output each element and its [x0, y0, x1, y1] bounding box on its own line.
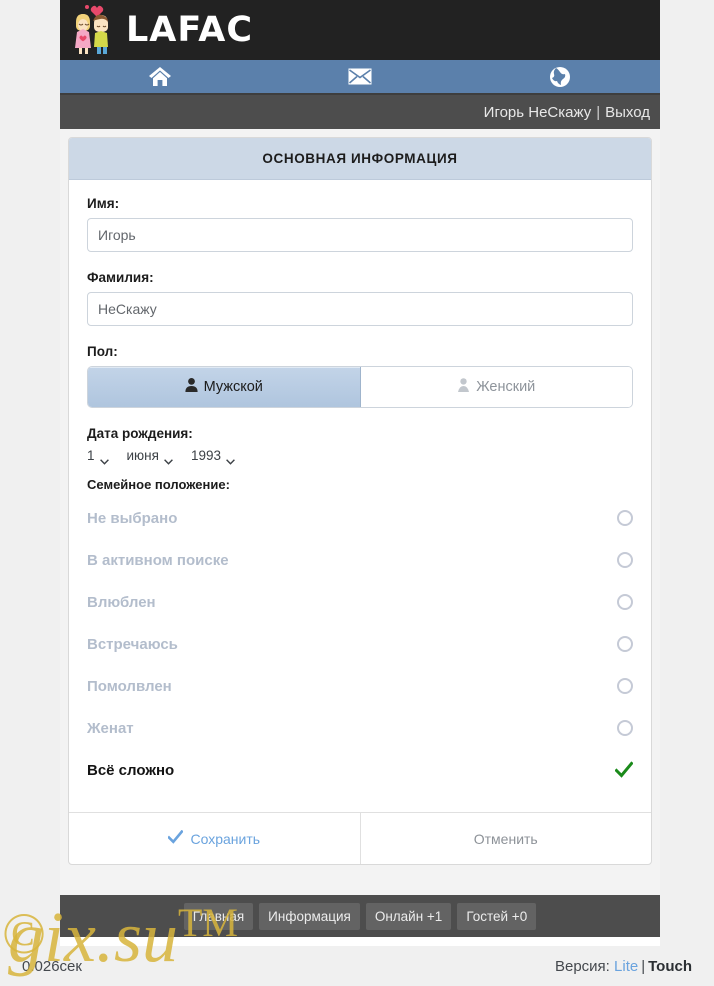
dob-month-select[interactable]: июня: [126, 448, 173, 465]
chevron-down-icon: [226, 453, 235, 465]
version-lite-link[interactable]: Lite: [614, 958, 638, 975]
nav-world-button[interactable]: [460, 60, 660, 93]
home-icon: [148, 66, 172, 88]
first-name-input[interactable]: Игорь: [87, 218, 633, 252]
first-name-label: Имя:: [87, 196, 120, 211]
marital-option-row[interactable]: Влюблен: [87, 581, 633, 623]
marital-option-label: Женат: [87, 719, 134, 737]
mobile-viewport: LAFAC Игорь НеСкажу | Выход ОСНОВНАЯ ИНФ…: [60, 0, 660, 986]
gender-label: Пол:: [87, 344, 118, 359]
user-bar: Игорь НеСкажу | Выход: [60, 95, 660, 129]
footer-button-home[interactable]: Главная: [183, 902, 254, 930]
check-icon[interactable]: [614, 761, 634, 779]
version-touch-label: Touch: [648, 957, 692, 975]
check-icon: [167, 829, 185, 847]
footer-button-guests[interactable]: Гостей +0: [457, 902, 537, 930]
nav-messages-button[interactable]: [260, 60, 460, 93]
bottom-status-bar: 0.026сек Версия: Lite | Touch: [0, 946, 714, 986]
gender-option-female-label: Женский: [476, 379, 536, 395]
dob-month-value: июня: [126, 448, 159, 463]
marital-option-label: В активном поиске: [87, 551, 229, 569]
chevron-down-icon: [99, 453, 109, 465]
marital-option-label: Влюблен: [87, 593, 156, 611]
app-root: LAFAC Игорь НеСкажу | Выход ОСНОВНАЯ ИНФ…: [0, 0, 714, 986]
dob-year-select[interactable]: 1993: [190, 448, 235, 465]
logout-link[interactable]: Выход: [605, 104, 650, 121]
marital-option-row[interactable]: Встречаюсь: [87, 623, 633, 665]
marital-status-label: Семейное положение:: [87, 477, 230, 492]
male-person-icon: [185, 378, 198, 396]
marital-option-label: Помолвлен: [87, 677, 172, 695]
brand-name: LAFAC: [126, 9, 254, 50]
version-info: Версия: Lite | Touch: [555, 958, 692, 975]
main-info-panel: ОСНОВНАЯ ИНФОРМАЦИЯ Имя: Игорь Фамилия: …: [68, 137, 652, 865]
gender-option-female[interactable]: Женский: [360, 367, 632, 407]
globe-icon: [549, 66, 571, 88]
dob-day-value: 1: [87, 448, 95, 463]
marital-option-row[interactable]: Не выбрано: [87, 497, 633, 539]
cancel-button-label: Отменить: [473, 830, 538, 847]
gender-option-male-label: Мужской: [203, 379, 263, 395]
marital-option-label: Не выбрано: [87, 509, 178, 527]
dob-row: 1 июня 1993: [87, 448, 633, 465]
form-actions: Сохранить Отменить: [69, 812, 651, 864]
marital-option-label: Встречаюсь: [87, 635, 178, 653]
panel-title: ОСНОВНАЯ ИНФОРМАЦИЯ: [69, 138, 651, 180]
marital-option-row[interactable]: В активном поиске: [87, 539, 633, 581]
couple-hearts-logo-icon: [70, 4, 120, 56]
marital-option-row[interactable]: Помолвлен: [87, 665, 633, 707]
nav-home-button[interactable]: [60, 60, 260, 93]
radio-unchecked-icon[interactable]: [617, 510, 633, 526]
gender-option-male[interactable]: Мужской: [88, 367, 361, 407]
radio-unchecked-icon[interactable]: [617, 636, 633, 652]
render-time-label: 0.026сек: [22, 957, 82, 975]
marital-option-label: Всё сложно: [87, 761, 175, 779]
version-label: Версия:: [554, 957, 610, 975]
save-button-label: Сохранить: [190, 830, 261, 847]
radio-unchecked-icon[interactable]: [617, 720, 633, 736]
dob-label: Дата рождения:: [87, 426, 193, 441]
footer-nav: Главная Информация Онлайн +1 Гостей +0: [60, 895, 660, 937]
footer-button-info[interactable]: Информация: [259, 902, 360, 930]
radio-unchecked-icon[interactable]: [617, 678, 633, 694]
panel-body: Имя: Игорь Фамилия: НеСкажу Пол: Мужской: [69, 180, 651, 812]
marital-option-row-selected[interactable]: Всё сложно: [87, 749, 634, 791]
female-person-icon: [457, 378, 470, 396]
gender-toggle: Мужской Женский: [87, 366, 633, 408]
dob-day-select[interactable]: 1: [87, 448, 109, 465]
content-area: ОСНОВНАЯ ИНФОРМАЦИЯ Имя: Игорь Фамилия: …: [60, 129, 660, 895]
last-name-label: Фамилия:: [87, 270, 154, 285]
dob-year-value: 1993: [190, 448, 221, 463]
footer-button-online[interactable]: Онлайн +1: [365, 902, 452, 930]
username-label: Игорь НеСкажу: [483, 103, 592, 121]
userbar-separator: |: [596, 103, 601, 121]
icon-nav: [60, 60, 660, 95]
radio-unchecked-icon[interactable]: [617, 594, 633, 610]
chevron-down-icon: [164, 453, 173, 465]
radio-unchecked-icon[interactable]: [617, 552, 633, 568]
cancel-button[interactable]: Отменить: [361, 813, 652, 864]
save-button[interactable]: Сохранить: [69, 813, 361, 864]
logo-bar: LAFAC: [60, 0, 660, 60]
last-name-input[interactable]: НеСкажу: [87, 292, 633, 326]
envelope-icon: [348, 68, 372, 85]
marital-option-row[interactable]: Женат: [87, 707, 633, 749]
version-separator: |: [641, 957, 646, 975]
